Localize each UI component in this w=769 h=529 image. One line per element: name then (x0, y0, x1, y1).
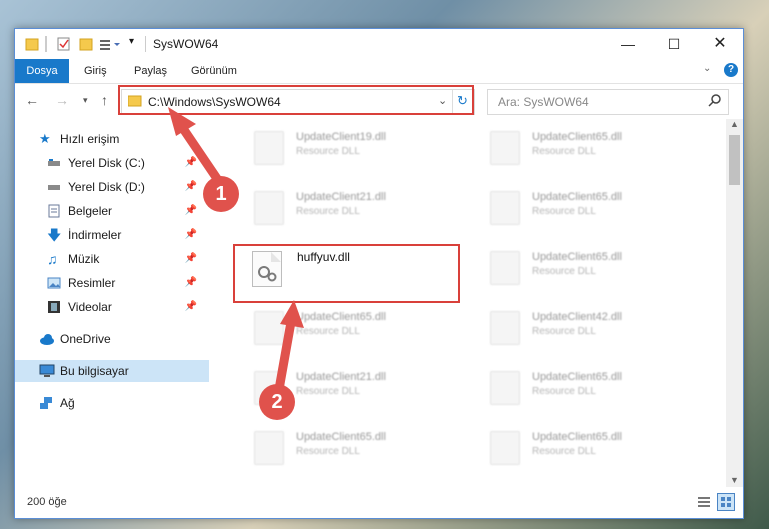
annotation-arrows (168, 107, 304, 400)
step-2-badge: 2 (259, 384, 295, 420)
step-1-badge: 1 (203, 176, 239, 212)
